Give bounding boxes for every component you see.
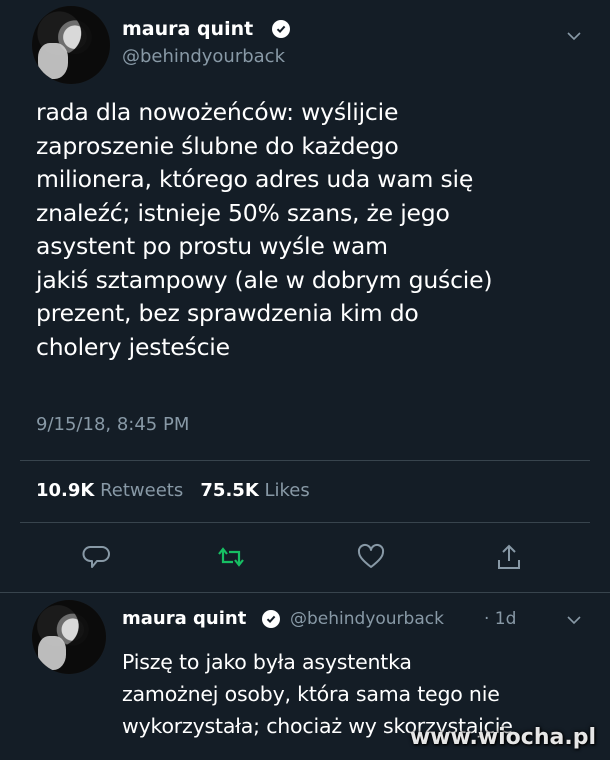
retweet-icon[interactable] [216, 542, 246, 572]
tweet-text-line: znaleźć; istnieje 50% szans, że jego [36, 198, 450, 227]
retweets-count[interactable]: 10.9K [36, 480, 94, 501]
share-icon[interactable] [494, 542, 524, 572]
tweet-text-line: rada dla nowożeńców: wyślijcie [36, 98, 399, 126]
tweet-stats: 10.9K Retweets 75.5K Likes [36, 480, 310, 501]
reply-text-line: Piszę to jako była asystentka [122, 650, 412, 674]
like-icon[interactable] [356, 542, 386, 572]
tweet-text-line: zaproszenie ślubne do każdego [36, 131, 399, 160]
tweet-text: rada dla nowożeńców: wyślijcie zaproszen… [36, 96, 596, 364]
reply-text-line: zamożnej osoby, która sama tego nie [122, 682, 500, 706]
verified-badge-icon [272, 20, 290, 38]
tweet-timestamp[interactable]: 9/15/18, 8:45 PM [36, 414, 189, 435]
likes-label[interactable]: Likes [265, 480, 310, 501]
author-name[interactable]: maura quint [122, 18, 253, 40]
tweet-text-line: milionera, którego adres uda wam się [36, 165, 474, 193]
retweets-label[interactable]: Retweets [100, 480, 183, 501]
watermark: www.wiocha.pl [409, 725, 596, 750]
divider [20, 522, 590, 523]
verified-badge-icon [262, 610, 280, 628]
chevron-down-icon[interactable] [566, 612, 582, 628]
divider [0, 592, 610, 593]
reply-author-avatar[interactable] [32, 600, 106, 674]
chevron-down-icon[interactable] [566, 28, 582, 44]
tweet-text-line: asystent po prostu wyśle wam [36, 232, 388, 260]
likes-count[interactable]: 75.5K [200, 480, 258, 501]
tweet-text-line: jakiś sztampowy (ale w dobrym guście) [36, 265, 493, 294]
divider [20, 460, 590, 461]
reply-time-ago[interactable]: · 1d [484, 609, 516, 629]
author-handle[interactable]: @behindyourback [122, 46, 285, 67]
tweet-text-line: cholery jesteście [36, 332, 230, 361]
reply-author-handle[interactable]: @behindyourback [290, 609, 444, 629]
author-avatar[interactable] [32, 6, 110, 84]
reply-icon[interactable] [82, 542, 112, 572]
tweet-text-line: prezent, bez sprawdzenia kim do [36, 299, 419, 327]
reply-author-name[interactable]: maura quint [122, 608, 246, 629]
